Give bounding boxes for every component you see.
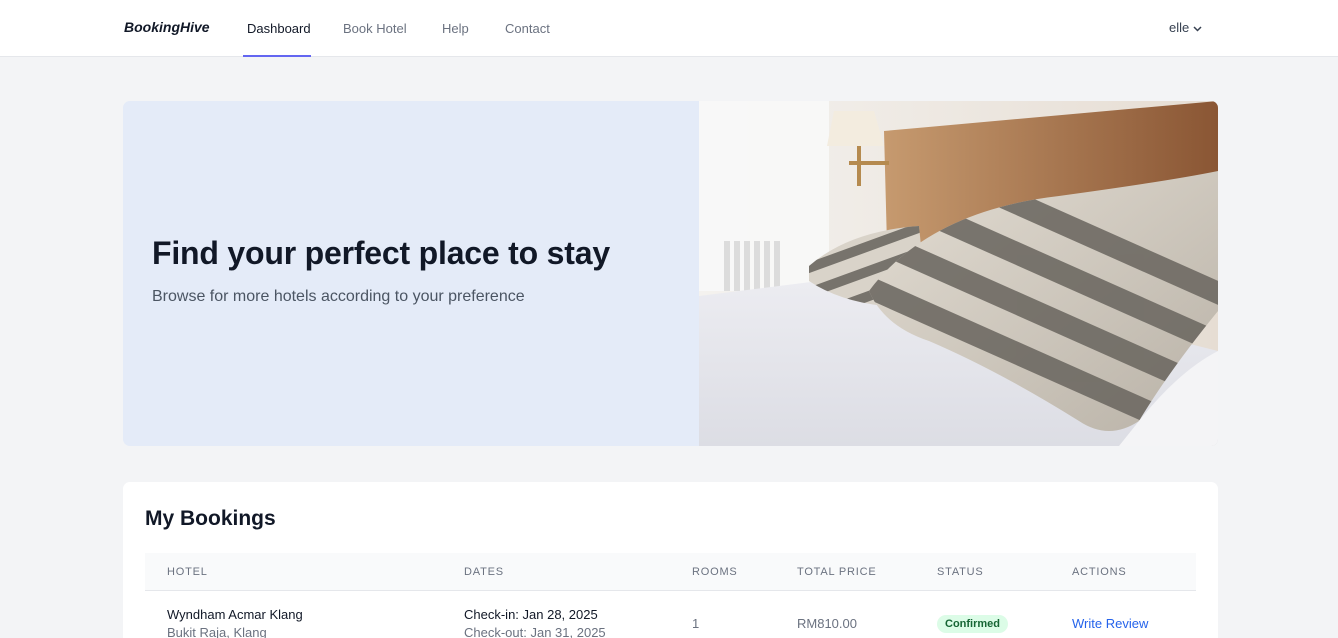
top-navbar: BookingHive Dashboard Book Hotel Help Co… <box>0 0 1338 57</box>
column-header-total-price: TOTAL PRICE <box>797 566 877 578</box>
chevron-down-icon <box>1193 24 1202 34</box>
active-nav-indicator <box>243 55 311 57</box>
column-header-actions: ACTIONS <box>1072 566 1127 578</box>
write-review-link[interactable]: Write Review <box>1072 616 1148 631</box>
rooms-count: 1 <box>692 616 700 631</box>
status-badge: Confirmed <box>937 615 1008 633</box>
hero-text: Find your perfect place to stay Browse f… <box>152 235 610 306</box>
hero-subtitle: Browse for more hotels according to your… <box>152 288 525 305</box>
hotel-location: Bukit Raja, Klang <box>167 625 267 638</box>
column-header-status: STATUS <box>937 566 984 578</box>
hero-title: Find your perfect place to stay <box>152 235 610 271</box>
check-out-date: Check-out: Jan 31, 2025 <box>464 625 606 638</box>
column-header-dates: DATES <box>464 566 504 578</box>
bookings-title: My Bookings <box>145 507 276 530</box>
hero-bed-image <box>699 101 1218 446</box>
user-name: elle <box>1169 20 1190 35</box>
nav-help[interactable]: Help <box>442 21 469 36</box>
nav-contact[interactable]: Contact <box>505 21 550 36</box>
bookings-card: My Bookings HOTEL DATES ROOMS TOTAL PRIC… <box>123 482 1218 638</box>
hero-banner: Find your perfect place to stay Browse f… <box>123 101 1218 446</box>
check-in-date: Check-in: Jan 28, 2025 <box>464 607 598 622</box>
column-header-hotel: HOTEL <box>167 566 208 578</box>
total-price: RM810.00 <box>797 616 857 631</box>
nav-dashboard[interactable]: Dashboard <box>247 21 311 36</box>
hotel-name: Wyndham Acmar Klang <box>167 607 303 622</box>
bookings-table-header: HOTEL DATES ROOMS TOTAL PRICE STATUS ACT… <box>145 553 1196 591</box>
user-menu[interactable]: elle <box>1169 20 1202 35</box>
nav-book-hotel[interactable]: Book Hotel <box>343 21 407 36</box>
brand-logo[interactable]: BookingHive <box>124 19 210 35</box>
column-header-rooms: ROOMS <box>692 566 738 578</box>
